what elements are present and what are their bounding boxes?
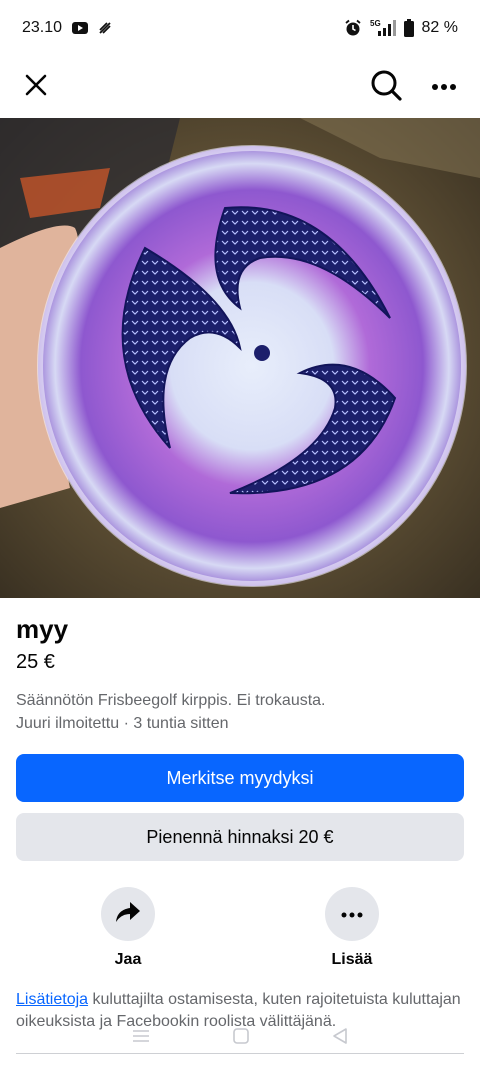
more-dots-icon <box>431 78 457 96</box>
recent-apps-icon[interactable] <box>131 1028 151 1049</box>
disc-photo-image <box>0 118 480 598</box>
app-notification-icon <box>98 21 112 35</box>
listing-title: myy <box>16 614 69 644</box>
share-label: Jaa <box>114 951 142 968</box>
top-bar <box>0 56 480 118</box>
home-icon[interactable] <box>232 1027 250 1050</box>
listing-details: myy 25 € Säännötön Frisbeegolf kirppis. … <box>16 612 464 736</box>
listing-photo[interactable] <box>0 118 480 598</box>
reduce-price-button[interactable]: Pienennä hinnaksi 20 € <box>16 813 464 861</box>
more-options-button[interactable] <box>424 67 464 107</box>
divider <box>16 1053 464 1054</box>
share-button[interactable] <box>101 887 155 941</box>
share-arrow-icon <box>115 901 141 928</box>
youtube-icon <box>72 22 89 34</box>
close-icon <box>24 73 48 102</box>
more-action[interactable]: Lisää <box>297 887 407 969</box>
listing-description: Säännötön Frisbeegolf kirppis. Ei trokau… <box>16 692 326 709</box>
share-action[interactable]: Jaa <box>73 887 183 969</box>
more-label: Lisää <box>331 951 373 968</box>
search-icon <box>370 69 402 106</box>
svg-text:5G: 5G <box>370 19 381 28</box>
status-time: 23.10 <box>22 19 63 36</box>
system-nav-bar <box>0 1024 480 1052</box>
alarm-icon <box>344 19 362 37</box>
mark-sold-button[interactable]: Merkitse myydyksi <box>16 754 464 802</box>
more-button[interactable] <box>325 887 379 941</box>
listing-meta: Juuri ilmoitettu · 3 tuntia sitten <box>16 715 229 732</box>
listing-price: 25 € <box>16 651 55 673</box>
more-info-link[interactable]: Lisätietoja <box>16 991 88 1008</box>
battery-icon <box>403 19 414 37</box>
back-icon[interactable] <box>331 1027 349 1050</box>
signal-icon: 5G <box>370 19 396 37</box>
more-dots-icon <box>341 905 363 923</box>
status-bar: 23.10 5G 82 % <box>0 0 480 56</box>
close-button[interactable] <box>16 67 56 107</box>
search-button[interactable] <box>366 67 406 107</box>
battery-percentage: 82 % <box>421 19 458 36</box>
